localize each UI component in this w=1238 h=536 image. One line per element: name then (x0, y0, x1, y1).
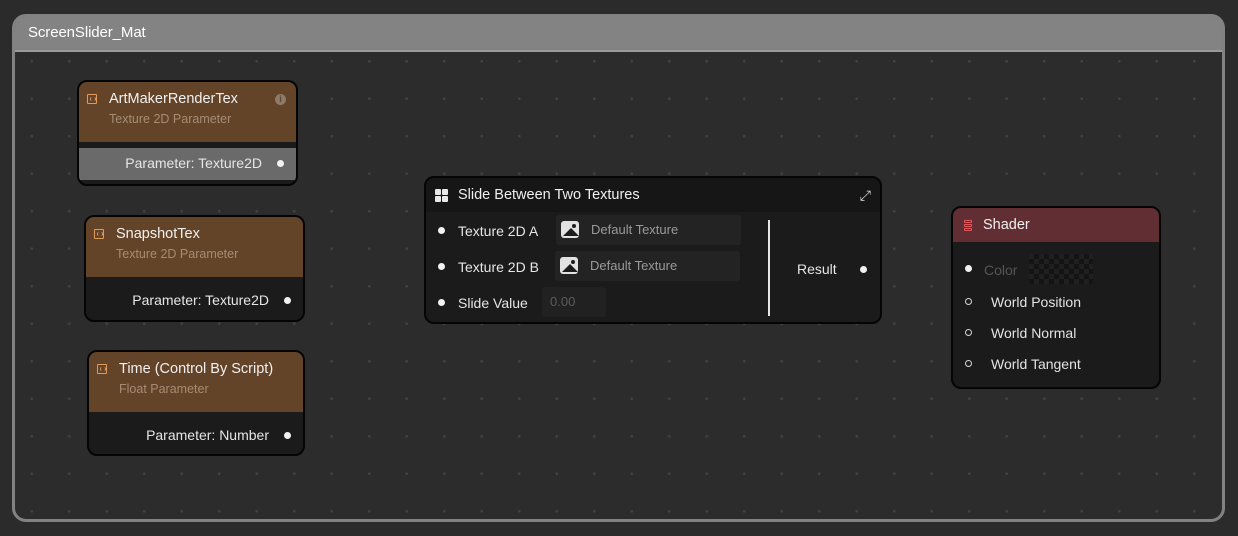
output-row: Parameter: Texture2D (86, 283, 303, 318)
parameter-icon (97, 364, 107, 374)
shader-icon (964, 220, 972, 231)
input-port[interactable] (438, 263, 445, 270)
image-icon (560, 257, 578, 274)
node-subtitle: Texture 2D Parameter (109, 112, 232, 126)
image-icon (561, 221, 579, 238)
node-title: Time (Control By Script) (119, 361, 274, 377)
parameter-icon (94, 229, 104, 239)
output-label: Parameter: Texture2D (132, 292, 269, 308)
group-title: ScreenSlider_Mat (28, 24, 146, 41)
input-port[interactable] (965, 360, 972, 367)
node-subtitle: Float Parameter (119, 382, 209, 396)
node-title: Slide Between Two Textures (458, 187, 640, 203)
output-port[interactable] (284, 432, 291, 439)
input-label: Slide Value (458, 295, 528, 311)
color-swatch[interactable] (1029, 254, 1093, 284)
output-label: Result (797, 261, 837, 277)
node-artmakerrendertex[interactable]: ArtMakerRenderTex Texture 2D Parameter i… (77, 80, 298, 186)
texture-value: Default Texture (591, 222, 679, 237)
input-port[interactable] (965, 265, 972, 272)
input-label: World Tangent (991, 356, 1081, 372)
node-title: Shader (983, 217, 1030, 233)
node-title: SnapshotTex (116, 226, 200, 242)
node-header[interactable]: Time (Control By Script) Float Parameter (89, 352, 303, 412)
node-subtitle: Texture 2D Parameter (116, 247, 239, 261)
texture-b-picker[interactable]: Default Texture (555, 251, 740, 281)
node-slide-between-two-textures[interactable]: Slide Between Two Textures ⤢ Texture 2D … (424, 176, 882, 324)
input-label: Texture 2D B (458, 259, 539, 275)
input-port[interactable] (438, 227, 445, 234)
output-label: Parameter: Texture2D (125, 155, 262, 171)
info-icon[interactable]: i (275, 94, 286, 105)
node-snapshottex[interactable]: SnapshotTex Texture 2D Parameter Paramet… (84, 215, 305, 322)
input-port[interactable] (438, 299, 445, 306)
input-output-divider (768, 220, 770, 316)
output-port[interactable] (284, 297, 291, 304)
node-header[interactable]: SnapshotTex Texture 2D Parameter (86, 217, 303, 277)
node-header[interactable]: Slide Between Two Textures ⤢ (426, 178, 880, 212)
output-port[interactable] (277, 160, 284, 167)
slide-value: 0.00 (550, 294, 576, 309)
input-label: World Position (991, 294, 1082, 310)
input-label: Texture 2D A (458, 223, 539, 239)
node-shader[interactable]: Shader Color World Position World Normal… (951, 206, 1161, 389)
node-time[interactable]: Time (Control By Script) Float Parameter… (87, 350, 305, 456)
node-header[interactable]: ArtMakerRenderTex Texture 2D Parameter i (79, 82, 296, 142)
expand-icon[interactable]: ⤢ (860, 187, 871, 204)
output-label: Parameter: Number (146, 427, 269, 443)
output-row: Parameter: Texture2D (79, 148, 296, 180)
grid-icon (435, 189, 448, 202)
texture-a-picker[interactable]: Default Texture (556, 215, 741, 245)
slide-value-input[interactable]: 0.00 (542, 287, 606, 317)
parameter-icon (87, 94, 97, 104)
output-port[interactable] (860, 266, 867, 273)
input-label: World Normal (991, 325, 1077, 341)
input-label: Color (984, 262, 1018, 278)
input-port[interactable] (965, 329, 972, 336)
input-port[interactable] (965, 298, 972, 305)
node-title: ArtMakerRenderTex (109, 91, 238, 107)
node-header[interactable]: Shader (953, 208, 1159, 242)
output-row: Parameter: Number (89, 418, 303, 453)
texture-value: Default Texture (590, 258, 678, 273)
group-header[interactable]: ScreenSlider_Mat (15, 17, 1222, 52)
